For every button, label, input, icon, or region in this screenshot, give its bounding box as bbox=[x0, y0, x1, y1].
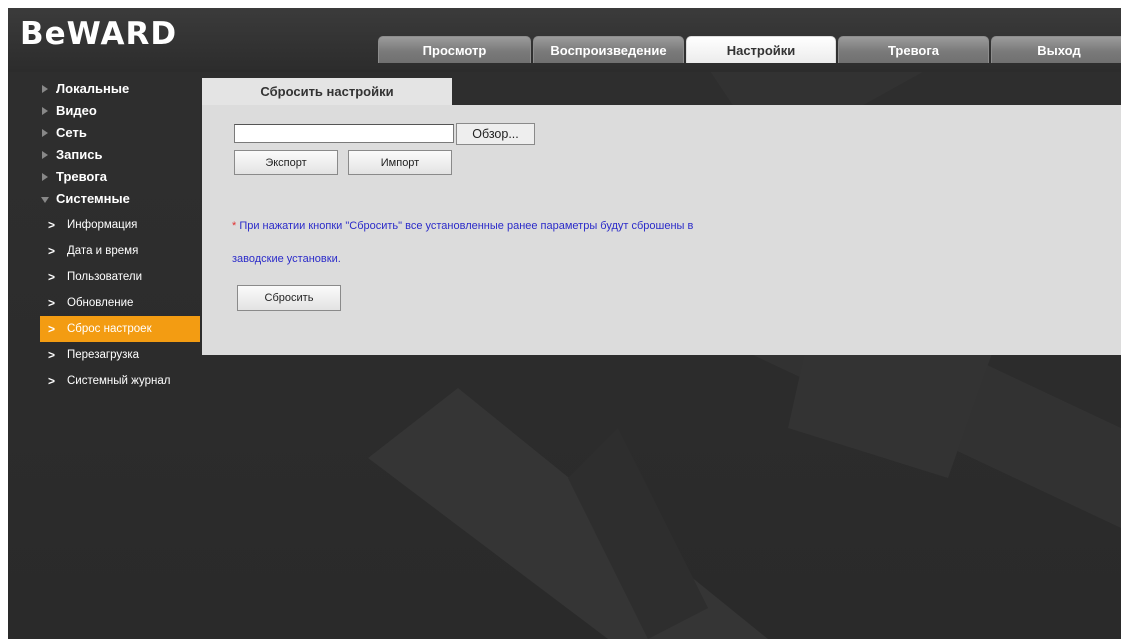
chevron-right-icon: > bbox=[48, 348, 56, 362]
sidebar-item-users[interactable]: > Пользователи bbox=[40, 264, 200, 290]
triangle-right-icon bbox=[42, 107, 48, 115]
sidebar-section-label: Запись bbox=[56, 147, 103, 162]
sidebar-section-video[interactable]: Видео bbox=[8, 100, 200, 122]
triangle-down-icon bbox=[41, 197, 49, 203]
note-text: При нажатии кнопки "Сбросить" все устано… bbox=[236, 220, 694, 232]
sidebar-item-label: Сброс настроек bbox=[67, 323, 152, 335]
sidebar-section-alarm[interactable]: Тревога bbox=[8, 166, 200, 188]
reset-note-line2: заводские установки. bbox=[232, 253, 341, 265]
tab-settings[interactable]: Настройки bbox=[686, 36, 836, 63]
sidebar-section-network[interactable]: Сеть bbox=[8, 122, 200, 144]
beward-logo: BeWARD bbox=[20, 16, 178, 52]
browse-button[interactable]: Обзор... bbox=[456, 123, 535, 145]
export-button[interactable]: Экспорт bbox=[234, 150, 338, 175]
sidebar-section-label: Локальные bbox=[56, 81, 130, 96]
sidebar-item-factory-reset[interactable]: > Сброс настроек bbox=[40, 316, 200, 342]
reset-button[interactable]: Сбросить bbox=[237, 285, 341, 311]
sidebar-item-reboot[interactable]: > Перезагрузка bbox=[40, 342, 200, 368]
sidebar-item-label: Информация bbox=[67, 219, 138, 231]
content-panel: Обзор... Экспорт Импорт * При нажатии кн… bbox=[202, 105, 1121, 355]
sidebar-section-system[interactable]: Системные bbox=[8, 188, 200, 210]
sidebar-section-local[interactable]: Локальные bbox=[8, 78, 200, 100]
chevron-right-icon: > bbox=[48, 244, 56, 258]
triangle-right-icon bbox=[42, 129, 48, 137]
reset-note-line1: * При нажатии кнопки "Сбросить" все уста… bbox=[232, 220, 693, 232]
sidebar-item-datetime[interactable]: > Дата и время bbox=[40, 238, 200, 264]
sidebar-section-label: Системные bbox=[56, 191, 130, 206]
tab-alarm[interactable]: Тревога bbox=[838, 36, 989, 63]
sidebar-section-record[interactable]: Запись bbox=[8, 144, 200, 166]
main-tabs: Просмотр Воспроизведение Настройки Трево… bbox=[378, 36, 1121, 63]
chevron-right-icon: > bbox=[48, 296, 56, 310]
chevron-right-icon: > bbox=[48, 218, 56, 232]
triangle-right-icon bbox=[42, 173, 48, 181]
sidebar-item-label: Системный журнал bbox=[67, 375, 171, 387]
triangle-right-icon bbox=[42, 151, 48, 159]
sidebar-item-label: Пользователи bbox=[67, 271, 143, 283]
sidebar-item-system-log[interactable]: > Системный журнал bbox=[40, 368, 200, 394]
sidebar-item-label: Дата и время bbox=[67, 245, 139, 257]
chevron-right-icon: > bbox=[48, 270, 56, 284]
config-file-input[interactable] bbox=[234, 124, 454, 143]
tab-playback[interactable]: Воспроизведение bbox=[533, 36, 684, 63]
chevron-right-icon: > bbox=[48, 322, 56, 336]
sidebar: Локальные Видео Сеть Запись Тревога Сист… bbox=[8, 78, 200, 394]
sidebar-item-info[interactable]: > Информация bbox=[40, 212, 200, 238]
triangle-right-icon bbox=[42, 85, 48, 93]
sidebar-item-update[interactable]: > Обновление bbox=[40, 290, 200, 316]
sidebar-section-label: Тревога bbox=[56, 169, 108, 184]
tab-view[interactable]: Просмотр bbox=[378, 36, 531, 63]
chevron-right-icon: > bbox=[48, 374, 56, 388]
tab-exit[interactable]: Выход bbox=[991, 36, 1121, 63]
sidebar-section-label: Видео bbox=[56, 103, 97, 118]
sidebar-item-label: Перезагрузка bbox=[67, 349, 140, 361]
import-button[interactable]: Импорт bbox=[348, 150, 452, 175]
app-window: BeWARD Просмотр Воспроизведение Настройк… bbox=[8, 8, 1121, 639]
content-tab-title[interactable]: Сбросить настройки bbox=[202, 78, 452, 105]
sidebar-item-label: Обновление bbox=[67, 297, 134, 309]
header: BeWARD Просмотр Воспроизведение Настройк… bbox=[8, 8, 1121, 72]
